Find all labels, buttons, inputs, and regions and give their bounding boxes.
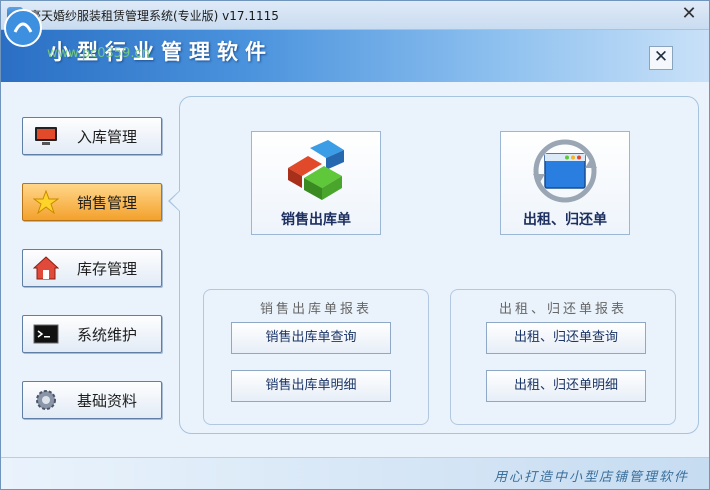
- sidebar-item-sales[interactable]: 销售管理: [22, 183, 162, 221]
- sidebar-item-label: 入库管理: [77, 128, 138, 146]
- watermark-text: www.pc0359.cn: [47, 46, 150, 61]
- sidebar-item-label: 系统维护: [77, 326, 138, 344]
- sales-report-group: 销售出库单报表 销售出库单查询 销售出库单明细: [203, 289, 429, 425]
- footer-slogan: 用心打造中小型店铺管理软件: [493, 470, 689, 485]
- app-window: 豪天婚纱服装租赁管理系统(专业版) v17.1115 ✕ 小型行业管理软件 ww…: [0, 0, 710, 490]
- status-bar: 用心打造中小型店铺管理软件: [1, 457, 709, 489]
- gear-icon: [36, 390, 56, 410]
- title-bar: 豪天婚纱服装租赁管理系统(专业版) v17.1115 ✕: [1, 1, 709, 30]
- sales-outbound-button[interactable]: 销售出库单: [251, 131, 381, 235]
- sidebar-item-inbound[interactable]: 入库管理: [22, 117, 162, 155]
- rent-detail-button[interactable]: 出租、归还单明细: [486, 370, 646, 402]
- house-icon: [33, 256, 59, 280]
- group-title: 出租、归还单报表: [498, 302, 627, 317]
- group-title: 销售出库单报表: [259, 302, 372, 317]
- big-button-label: 出租、归还单: [523, 212, 607, 228]
- monitor-icon: [35, 127, 57, 145]
- close-icon[interactable]: ✕: [649, 46, 673, 70]
- sidebar-item-label: 销售管理: [77, 194, 138, 212]
- star-icon: [33, 190, 59, 214]
- logo-icon: [4, 9, 42, 47]
- sidebar-item-inventory[interactable]: 库存管理: [22, 249, 162, 287]
- window-close-button[interactable]: ✕: [679, 4, 699, 24]
- panel-pointer-inner: [170, 191, 180, 211]
- sidebar-item-base-data[interactable]: 基础资料: [22, 381, 162, 419]
- refresh-window-icon: [533, 139, 597, 203]
- sales-query-button[interactable]: 销售出库单查询: [231, 322, 391, 354]
- big-button-label: 销售出库单: [281, 212, 351, 228]
- rent-query-button[interactable]: 出租、归还单查询: [486, 322, 646, 354]
- sidebar-item-label: 库存管理: [77, 260, 138, 278]
- rent-return-button[interactable]: 出租、归还单: [500, 131, 630, 235]
- sales-detail-button[interactable]: 销售出库单明细: [231, 370, 391, 402]
- sidebar-item-system[interactable]: 系统维护: [22, 315, 162, 353]
- window-title: 豪天婚纱服装租赁管理系统(专业版) v17.1115: [29, 9, 279, 23]
- rent-report-group: 出租、归还单报表 出租、归还单查询 出租、归还单明细: [450, 289, 676, 425]
- header-banner: 小型行业管理软件 www.pc0359.cn ✕: [1, 9, 709, 82]
- terminal-icon: [33, 324, 59, 344]
- blocks-icon: [288, 140, 344, 200]
- sidebar-item-label: 基础资料: [77, 392, 138, 410]
- sidebar: 入库管理 销售管理 库存管理 系统维护 基础资料: [1, 83, 173, 443]
